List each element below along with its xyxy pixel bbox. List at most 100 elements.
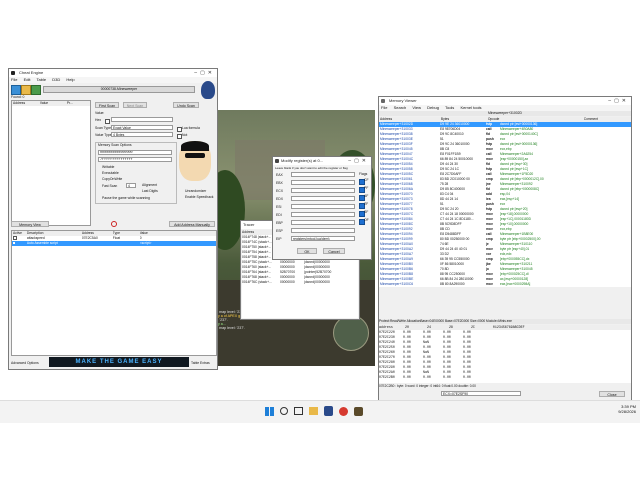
- add-address-button[interactable]: Add Address Manually: [169, 221, 215, 227]
- save-icon[interactable]: [31, 85, 41, 95]
- register-label: EBP: [276, 221, 283, 225]
- flag-label: ZF: [364, 202, 369, 206]
- cheat-engine-taskbar-icon[interactable]: [324, 406, 333, 416]
- results-header: Address Value Pr...: [12, 101, 90, 106]
- menu-edit[interactable]: Edit: [24, 77, 31, 82]
- flags-label: Flags: [359, 172, 368, 176]
- menu-kernel-tools[interactable]: Kernel tools: [460, 105, 481, 110]
- folder-icon[interactable]: [309, 407, 318, 415]
- register-input[interactable]: [291, 204, 355, 209]
- register-input[interactable]: [291, 228, 355, 233]
- register-input[interactable]: [291, 188, 355, 193]
- modify-registers-dialog: Modify register(s) at 0... –▢✕ Leave bla…: [272, 156, 372, 260]
- disassembly-view[interactable]: Address Bytes Opcode Comment Minesweeper…: [379, 117, 631, 287]
- ce-menubar: File Edit Table D3D Help: [9, 77, 217, 83]
- memory-view-button[interactable]: Memory View: [11, 221, 49, 227]
- writable-option[interactable]: Writable: [102, 165, 114, 169]
- table-row[interactable]: Auto Assemble script <script>: [12, 241, 216, 246]
- sunglasses-icon: [185, 153, 205, 158]
- active-checkbox[interactable]: [13, 242, 15, 244]
- scan-type-label: Scan Type: [95, 126, 111, 130]
- address-field[interactable]: ECX=07E2SF90: [441, 391, 521, 396]
- register-input[interactable]: [291, 172, 355, 177]
- game-minimap[interactable]: [333, 315, 369, 351]
- advanced-options-link[interactable]: Advanced Options: [11, 361, 39, 365]
- flag-label: OF: [364, 218, 369, 222]
- scan-results-list[interactable]: Address Value Pr...: [11, 100, 91, 226]
- register-input[interactable]: [291, 180, 355, 185]
- menu-help[interactable]: Help: [66, 77, 74, 82]
- alignment-option[interactable]: Alignment: [142, 183, 157, 187]
- col-address[interactable]: Address: [12, 101, 39, 106]
- start-icon[interactable]: [265, 407, 274, 416]
- pause-option[interactable]: Pause the game while scanning: [102, 196, 150, 200]
- speedhack-option[interactable]: Enable Speedhack: [185, 195, 213, 199]
- start-address-field[interactable]: 0000000000000000: [98, 150, 172, 155]
- fast-scan-option[interactable]: Fast Scan: [102, 184, 117, 188]
- register-input[interactable]: registers(mtool.lua/dem): [291, 236, 355, 241]
- fast-scan-value[interactable]: 4: [126, 183, 136, 188]
- next-scan-button[interactable]: Next Scan: [123, 102, 147, 108]
- row-value: <script>: [139, 241, 152, 245]
- col-comment[interactable]: Comment: [584, 117, 614, 122]
- flag-label: CF: [364, 178, 369, 182]
- menu-debug[interactable]: Debug: [427, 105, 439, 110]
- mv-location: Minesweeper+31002D: [379, 111, 631, 116]
- menu-d3d[interactable]: D3D: [52, 77, 60, 82]
- window-controls[interactable]: –▢✕: [194, 69, 215, 77]
- disasm-bytes: 8B 80 8A290000: [440, 282, 465, 286]
- disasm-row[interactable]: Minesweeper+3100C6 8B 80 8A290000 mov eax,[…: [379, 282, 631, 287]
- task-view-icon[interactable]: [294, 407, 303, 415]
- hex-value: 0.00: [403, 375, 411, 379]
- col-value[interactable]: Value: [40, 101, 66, 106]
- last-digits-option[interactable]: Last Digits: [142, 189, 158, 193]
- hex-dump-view[interactable]: address 20 24 28 2C 0123456789ABCDEF 07E…: [379, 325, 631, 383]
- tracer-address: 0014F76C (stack+...: [242, 280, 272, 284]
- menu-file[interactable]: File: [381, 105, 387, 110]
- browser-icon[interactable]: [339, 407, 348, 416]
- unrandomizer-option[interactable]: Unrandomizer: [185, 189, 206, 193]
- hex-row[interactable]: 07E2C2B0 0.00 0.00 0.00 0.00: [379, 375, 631, 380]
- scan-type-select[interactable]: Exact Value: [111, 125, 173, 130]
- close-button[interactable]: Close: [599, 391, 625, 397]
- cancel-button[interactable]: Cancel: [323, 248, 345, 254]
- options-title: Memory Scan Options: [98, 143, 132, 147]
- menu-table[interactable]: Table: [37, 77, 47, 82]
- stop-icon[interactable]: [111, 221, 117, 227]
- active-checkbox[interactable]: [13, 236, 17, 240]
- ce-logo-icon[interactable]: [201, 81, 215, 99]
- address-table[interactable]: Active Description Address Type Value at…: [11, 230, 217, 356]
- ok-button[interactable]: OK: [297, 248, 317, 254]
- undo-scan-button[interactable]: Undo Scan: [173, 102, 199, 108]
- value-input[interactable]: [111, 117, 173, 122]
- register-input[interactable]: [291, 220, 355, 225]
- menu-search[interactable]: Search: [394, 105, 407, 110]
- memory-viewer-window: Memory Viewer –▢✕ File Search View Debug…: [378, 96, 632, 404]
- system-tray[interactable]: 3:39 PM 9/28/2026: [580, 404, 636, 420]
- flag-label: PF: [364, 186, 369, 190]
- stop-address-field[interactable]: 7fffffffffffffff: [98, 157, 172, 162]
- tracer-row[interactable]: 0014F76C (stack+... 00000000 (dword)000000…: [242, 280, 358, 285]
- open-file-icon[interactable]: [21, 85, 31, 95]
- first-scan-button[interactable]: First Scan: [95, 102, 119, 108]
- menu-file[interactable]: File: [11, 77, 17, 82]
- menu-tools[interactable]: Tools: [445, 105, 454, 110]
- register-input[interactable]: [291, 196, 355, 201]
- flag-label: SF: [364, 210, 369, 214]
- value-type-select[interactable]: 4 Bytes: [111, 132, 173, 137]
- game-taskbar-icon[interactable]: [354, 407, 363, 416]
- table-extras-link[interactable]: Table Extras: [191, 361, 210, 365]
- tracer-value: 00000000: [280, 280, 295, 284]
- hex-checkbox[interactable]: [105, 119, 110, 124]
- col-previous[interactable]: Pr...: [67, 101, 87, 106]
- register-input[interactable]: [291, 212, 355, 217]
- menu-view[interactable]: View: [412, 105, 421, 110]
- search-icon[interactable]: [280, 407, 288, 415]
- window-controls[interactable]: –▢✕: [608, 97, 629, 105]
- window-controls[interactable]: –▢✕: [348, 157, 369, 165]
- value-type-label: Value Type: [95, 133, 112, 137]
- open-process-icon[interactable]: [11, 85, 21, 95]
- executable-option[interactable]: Executable: [102, 171, 119, 175]
- hex-value: 0.00: [423, 375, 431, 379]
- copyonwrite-option[interactable]: CopyOnWrite: [102, 177, 122, 181]
